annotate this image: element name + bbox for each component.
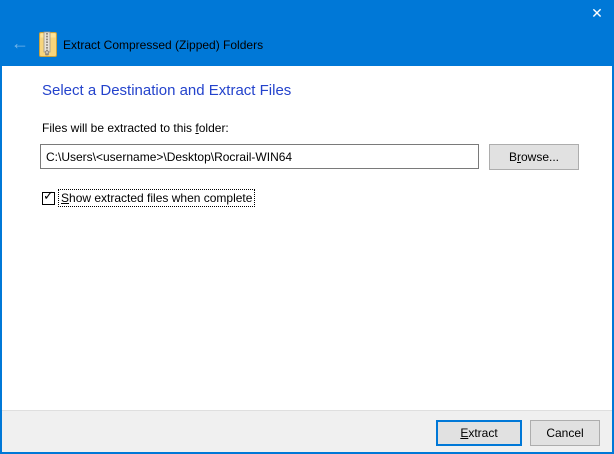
destination-label: Files will be extracted to this folder: — [42, 121, 229, 135]
back-button[interactable]: ← — [8, 32, 32, 54]
footer-bar: Extract Cancel — [2, 410, 612, 452]
cancel-button[interactable]: Cancel — [530, 419, 600, 446]
page-title: Select a Destination and Extract Files — [42, 82, 292, 99]
extract-button[interactable]: Extract — [436, 419, 522, 446]
browse-button[interactable]: Browse... — [489, 144, 579, 170]
show-extracted-files-label[interactable]: Show extracted files when complete — [57, 189, 256, 207]
zip-folder-icon — [39, 31, 57, 58]
title-bar: ← Extract Compressed (Zipped) Folders ✕ — [2, 0, 612, 66]
show-extracted-files-option: ✓ Show extracted files when complete — [42, 188, 256, 207]
close-button[interactable]: ✕ — [580, 0, 612, 26]
back-arrow-icon: ← — [11, 33, 29, 53]
checkmark-icon: ✓ — [43, 188, 54, 203]
extract-wizard-window: ← Extract Compressed (Zipped) Folders ✕ … — [0, 0, 614, 454]
close-icon: ✕ — [591, 5, 603, 21]
show-extracted-files-checkbox[interactable]: ✓ — [42, 188, 55, 205]
window-title: Extract Compressed (Zipped) Folders — [63, 38, 264, 52]
destination-path-input[interactable] — [40, 144, 479, 169]
